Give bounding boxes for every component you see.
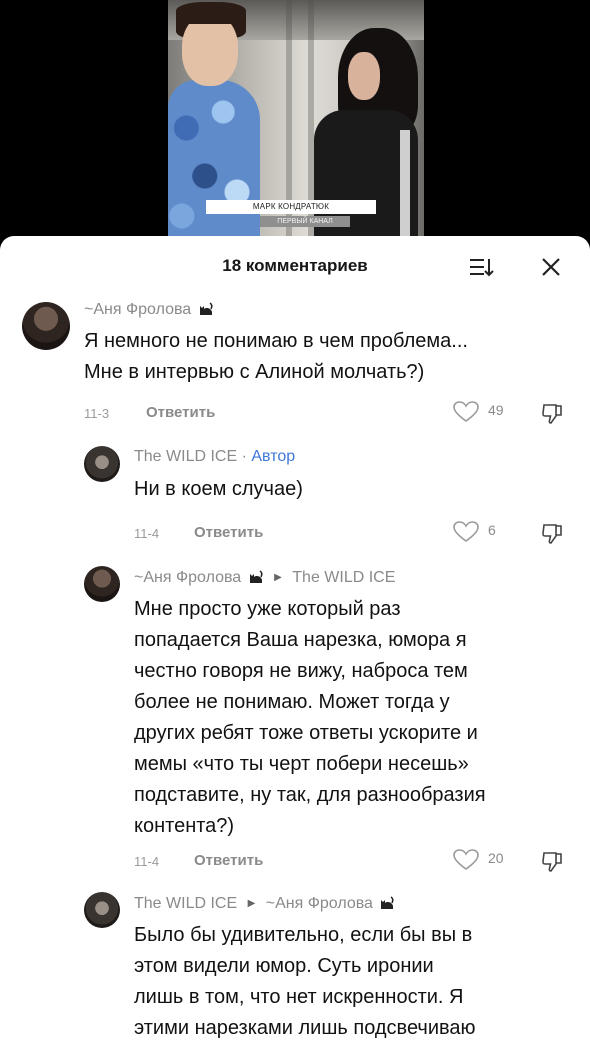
thumbs-down-icon[interactable] xyxy=(540,850,564,874)
reply-arrow-icon: ▶ xyxy=(247,898,256,909)
reply-button[interactable]: Ответить xyxy=(194,524,263,541)
thumbs-down-icon[interactable] xyxy=(540,402,564,426)
comment-date: 11-4 xyxy=(134,526,160,541)
reply-button[interactable]: Ответить xyxy=(146,404,215,421)
reply-item: The WILD ICE · Автор Ни в коем случае) 1… xyxy=(0,436,590,556)
video-player[interactable]: МАРК КОНДРАТЮК ПЕРВЫЙ КАНАЛ xyxy=(0,0,590,262)
comment-author[interactable]: ~Аня Фролова ▶ The WILD ICE xyxy=(134,568,395,587)
separator-dot: · xyxy=(241,448,252,465)
avatar[interactable] xyxy=(84,446,120,482)
close-icon[interactable] xyxy=(540,256,562,278)
comment-text: Мне просто уже который раз попадается Ва… xyxy=(134,598,486,837)
comment-author[interactable]: ~Аня Фролова xyxy=(84,300,214,319)
reply-button[interactable]: Ответить xyxy=(194,852,263,869)
avatar[interactable] xyxy=(84,566,120,602)
reply-item: The WILD ICE ▶ ~Аня Фролова Было бы удив… xyxy=(0,886,590,1056)
cat-icon xyxy=(199,302,213,315)
author-name: The WILD ICE xyxy=(134,448,238,465)
heart-icon xyxy=(453,849,479,870)
sheet-header: 18 комментариев xyxy=(0,236,590,296)
video-caption: МАРК КОНДРАТЮК xyxy=(206,200,376,214)
like-button[interactable]: 6 xyxy=(452,520,522,544)
jacket-stripe xyxy=(400,130,410,240)
cat-icon xyxy=(381,896,394,909)
sort-filter-icon[interactable] xyxy=(468,256,494,278)
video-subcaption: ПЕРВЫЙ КАНАЛ xyxy=(260,216,350,227)
comments-sheet: 18 комментариев ~Аня Фролова Я немного н… xyxy=(0,236,590,1057)
man-face xyxy=(182,14,238,86)
comment-item: ~Аня Фролова Я немного не понимаю в чем … xyxy=(0,296,590,436)
author-name: ~Аня Фролова xyxy=(134,569,242,586)
heart-icon xyxy=(453,401,479,422)
man-hair-top xyxy=(176,2,246,24)
like-count: 20 xyxy=(488,850,504,866)
avatar[interactable] xyxy=(22,302,70,350)
comments-count-title: 18 комментариев xyxy=(222,256,368,275)
comment-text: Я немного не понимаю в чем проблема... М… xyxy=(84,330,468,383)
author-name: The WILD ICE xyxy=(134,895,238,912)
comment-date: 11-3 xyxy=(84,406,110,421)
like-count: 49 xyxy=(488,402,504,418)
author-badge: Автор xyxy=(251,448,296,465)
reply-item: ~Аня Фролова ▶ The WILD ICE Мне просто у… xyxy=(0,556,590,876)
author-name: ~Аня Фролова xyxy=(84,301,192,318)
cat-icon xyxy=(249,570,263,583)
man-body xyxy=(168,80,260,240)
heart-icon xyxy=(453,521,479,542)
comment-text: Было бы удивительно, если бы вы в этом в… xyxy=(134,924,476,1039)
like-count: 6 xyxy=(488,522,496,538)
woman-face xyxy=(348,52,380,100)
reply-to-name[interactable]: ~Аня Фролова xyxy=(266,895,373,912)
avatar[interactable] xyxy=(84,892,120,928)
comment-author[interactable]: The WILD ICE · Автор xyxy=(134,448,295,466)
comment-author[interactable]: The WILD ICE ▶ ~Аня Фролова xyxy=(134,894,395,913)
comment-text: Ни в коем случае) xyxy=(134,478,303,500)
thumbs-down-icon[interactable] xyxy=(540,522,564,546)
like-button[interactable]: 49 xyxy=(452,400,522,424)
reply-arrow-icon: ▶ xyxy=(274,572,282,583)
reply-to-name[interactable]: The WILD ICE xyxy=(292,569,395,586)
video-frame[interactable]: МАРК КОНДРАТЮК ПЕРВЫЙ КАНАЛ xyxy=(168,0,424,240)
comment-date: 11-4 xyxy=(134,854,160,869)
like-button[interactable]: 20 xyxy=(452,848,522,872)
